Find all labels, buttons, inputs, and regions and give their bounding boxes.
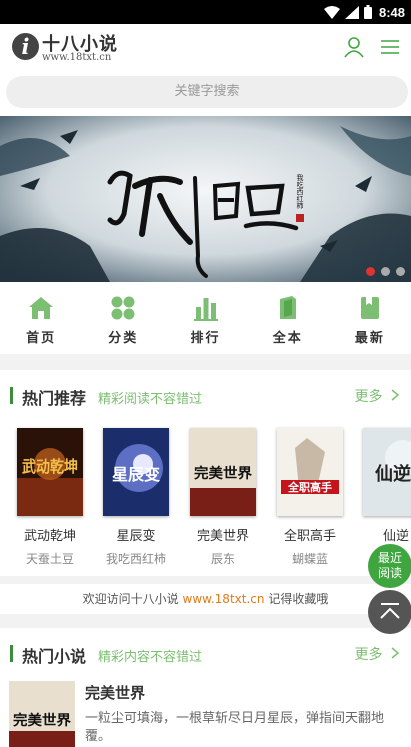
ranking-icon [193, 298, 218, 321]
nav-item-category[interactable]: 分类 [82, 282, 164, 354]
book-title: 全职高手 [283, 529, 336, 544]
book-card[interactable]: 全职高手 全职高手 蝴蝶蓝 [267, 428, 353, 567]
more-label: 更多 [354, 647, 383, 663]
clock: 8:48 [378, 4, 405, 20]
more-link[interactable]: 更多 [354, 386, 400, 406]
book-cover: 星辰变 [103, 428, 169, 516]
book-cover: 武动乾坤 [17, 428, 83, 516]
banner-image: 我吃西红柿 [0, 116, 411, 282]
nav-item-complete[interactable]: 全本 [247, 282, 329, 354]
book-card[interactable]: 完美世界 完美世界 辰东 [180, 428, 266, 567]
book-cover: 仙逆 [363, 428, 411, 516]
welcome-banner: 欢迎访问十八小说 www.18txt.cn 记得收藏哦 [0, 584, 411, 614]
section-subtitle: 精彩内容不容错过 [98, 650, 203, 665]
logo-mark: i [12, 33, 39, 60]
welcome-suffix: 记得收藏哦 [268, 592, 329, 606]
book-author: 我吃西红柿 [105, 552, 166, 566]
section-title: 热门小说 [22, 647, 87, 666]
nav-label: 全本 [272, 331, 303, 346]
home-icon [29, 297, 54, 319]
search-area: 关键字搜索 [0, 70, 411, 116]
back-to-top-button[interactable] [368, 590, 411, 634]
hot-recommend-section: 热门推荐 精彩阅读不容错过 更多 武动乾坤 武动乾坤 天蚕土豆 星辰变 星辰变 … [0, 370, 411, 576]
recent-line-2: 阅读 [377, 566, 402, 580]
complete-icon [279, 296, 296, 319]
user-icon[interactable] [343, 36, 365, 58]
book-author: 辰东 [210, 552, 235, 566]
latest-icon [360, 297, 379, 319]
section-title: 热门推荐 [22, 389, 87, 408]
welcome-site-link[interactable]: www.18txt.cn [183, 592, 265, 606]
book-author: 蝴蝶蓝 [291, 552, 328, 566]
battery-icon [363, 5, 372, 19]
more-link[interactable]: 更多 [354, 644, 400, 664]
section-marker [10, 645, 13, 662]
search-input[interactable]: 关键字搜索 [6, 76, 408, 108]
site-logo[interactable]: i 十八小说 www.18txt.cn [12, 30, 132, 66]
nav-item-home[interactable]: 首页 [0, 282, 82, 354]
svg-text:全职高手: 全职高手 [287, 480, 332, 494]
nav-label: 首页 [26, 331, 57, 346]
chevron-right-icon [391, 647, 400, 659]
svg-text:我吃西红柿: 我吃西红柿 [296, 173, 304, 210]
carousel-dot[interactable] [366, 267, 375, 276]
nav-label: 最新 [354, 331, 385, 346]
recent-line-1: 最近 [377, 551, 402, 565]
svg-text:完美世界: 完美世界 [194, 465, 253, 482]
book-title: 完美世界 [196, 529, 249, 544]
svg-text:完美世界: 完美世界 [13, 712, 72, 729]
book-title: 仙逆 [382, 529, 409, 544]
book-title: 星辰变 [116, 529, 156, 544]
nav-label: 排行 [190, 331, 221, 346]
app-header: i 十八小说 www.18txt.cn [0, 24, 411, 70]
book-cover: 完美世界 [190, 428, 256, 516]
arrow-up-icon [380, 603, 400, 619]
book-card[interactable]: 星辰变 星辰变 我吃西红柿 [93, 428, 179, 567]
book-card[interactable]: 仙逆 仙逆 [353, 428, 411, 550]
novel-cover: 完美世界 [9, 681, 75, 747]
novel-description: 一粒尘可填海，一根草斩尽日月星辰，弹指间天翻地覆。 [85, 711, 385, 744]
novel-list-item[interactable]: 完美世界 完美世界 一粒尘可填海，一根草斩尽日月星辰，弹指间天翻地覆。 [0, 678, 411, 747]
status-bar: 8:48 [0, 0, 411, 24]
novel-title: 完美世界 [85, 684, 146, 702]
menu-icon[interactable] [379, 36, 401, 58]
section-marker [10, 387, 13, 404]
category-icon [111, 296, 135, 320]
recent-reading-button[interactable]: 最近 阅读 [368, 544, 411, 588]
carousel-dot[interactable] [396, 267, 405, 276]
nav-label: 分类 [108, 331, 139, 346]
carousel-dots [366, 267, 405, 276]
banner-carousel[interactable]: 我吃西红柿 [0, 116, 411, 282]
svg-text:仙逆: 仙逆 [375, 463, 411, 485]
wifi-icon [323, 5, 340, 19]
main-nav: 首页 分类 排行 全本 最新 [0, 282, 411, 354]
nav-item-ranking[interactable]: 排行 [164, 282, 246, 354]
svg-text:武动乾坤: 武动乾坤 [22, 457, 78, 476]
section-subtitle: 精彩阅读不容错过 [98, 392, 203, 407]
welcome-prefix: 欢迎访问十八小说 [82, 592, 179, 606]
book-card[interactable]: 武动乾坤 武动乾坤 天蚕土豆 [7, 428, 93, 567]
book-author: 天蚕土豆 [25, 552, 74, 566]
signal-icon [344, 5, 359, 19]
carousel-dot[interactable] [381, 267, 390, 276]
nav-item-latest[interactable]: 最新 [329, 282, 411, 354]
book-title: 武动乾坤 [23, 529, 76, 544]
more-label: 更多 [354, 389, 383, 405]
logo-url: www.18txt.cn [42, 52, 112, 63]
book-cover: 全职高手 [277, 428, 343, 516]
svg-text:星辰变: 星辰变 [112, 465, 160, 484]
chevron-right-icon [391, 389, 400, 401]
